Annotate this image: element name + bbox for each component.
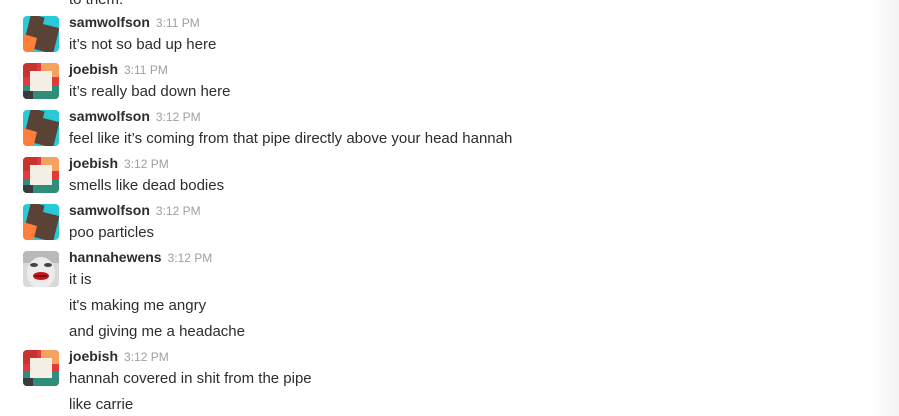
message-text: it’s not so bad up here [69, 36, 217, 53]
message-text: smells like dead bodies [69, 177, 225, 194]
joebish-avatar[interactable] [23, 350, 59, 386]
message-timestamp[interactable]: 3:12 PM [156, 110, 201, 124]
message-username[interactable]: samwolfson [69, 108, 150, 124]
message-username[interactable]: joebish [69, 348, 118, 364]
message-text: it's making me angry [69, 297, 207, 314]
message-text: and giving me a headache [69, 323, 245, 340]
message: joebish 3:12 PM smells like dead bodies [0, 155, 860, 201]
message-username[interactable]: samwolfson [69, 202, 150, 218]
samwolfson-avatar[interactable] [23, 204, 59, 240]
message: samwolfson 3:12 PM feel like it’s coming … [0, 108, 860, 154]
message-timestamp[interactable]: 3:12 PM [124, 157, 169, 171]
message-text: like carrie [69, 396, 134, 413]
message: joebish 3:12 PM hannah covered in shit fr… [0, 348, 860, 416]
message-username[interactable]: joebish [69, 61, 118, 77]
right-edge-shadow [871, 0, 899, 416]
message-text: hannah covered in shit from the pipe [69, 370, 312, 387]
message-username[interactable]: samwolfson [69, 14, 150, 30]
message: joebish 3:11 PM it’s really bad down here [0, 61, 860, 107]
message-text: it’s really bad down here [69, 83, 231, 100]
message-timestamp[interactable]: 3:12 PM [124, 350, 169, 364]
message-username[interactable]: hannahewens [69, 249, 162, 265]
message-timestamp[interactable]: 3:11 PM [156, 16, 200, 30]
message-text: feel like it’s coming from that pipe dir… [69, 130, 513, 147]
message-username[interactable]: joebish [69, 155, 118, 171]
message-text: it is [69, 271, 92, 288]
message-timestamp[interactable]: 3:12 PM [156, 204, 201, 218]
message-timestamp[interactable]: 3:12 PM [168, 251, 213, 265]
samwolfson-avatar[interactable] [23, 110, 59, 146]
message: samwolfson 3:11 PM it’s not so bad up her… [0, 14, 860, 60]
message: samwolfson 3:12 PM poo particles [0, 202, 860, 248]
joebish-avatar[interactable] [23, 157, 59, 193]
samwolfson-avatar[interactable] [23, 16, 59, 52]
message-text: poo particles [69, 224, 155, 241]
message-timestamp[interactable]: 3:11 PM [124, 63, 168, 77]
message: hannahewens 3:12 PM it is it's making me … [0, 249, 860, 345]
hannahewens-avatar[interactable] [23, 251, 59, 287]
joebish-avatar[interactable] [23, 63, 59, 99]
partial-message-text: to them. [69, 0, 123, 10]
